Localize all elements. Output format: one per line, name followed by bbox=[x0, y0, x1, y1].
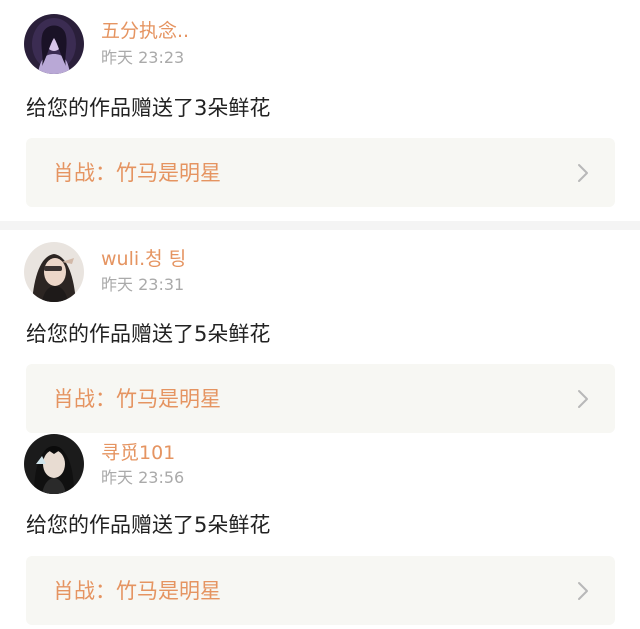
work-link-card[interactable]: 肖战：竹马是明星 bbox=[26, 364, 615, 433]
avatar-photo-icon bbox=[24, 14, 84, 74]
gift-notification-item: 寻觅101 昨天 23:56 给您的作品赠送了5朵鲜花 肖战：竹马是明星 bbox=[0, 434, 640, 629]
avatar-photo-icon bbox=[24, 242, 84, 302]
avatar-photo-icon bbox=[24, 434, 84, 494]
chevron-right-icon bbox=[577, 389, 589, 413]
username[interactable]: 寻觅101 bbox=[101, 442, 175, 464]
chevron-right-icon bbox=[577, 581, 589, 605]
chevron-right-icon bbox=[577, 163, 589, 187]
work-link-card[interactable]: 肖战：竹马是明星 bbox=[26, 138, 615, 207]
gift-notification-item: wuli.청 팅 昨天 23:31 给您的作品赠送了5朵鲜花 肖战：竹马是明星 bbox=[0, 230, 640, 433]
timestamp: 昨天 23:56 bbox=[101, 468, 185, 487]
work-link-card[interactable]: 肖战：竹马是明星 bbox=[26, 556, 615, 625]
work-title: 肖战：竹马是明星 bbox=[53, 387, 221, 411]
work-title: 肖战：竹马是明星 bbox=[53, 161, 221, 185]
section-divider bbox=[0, 221, 640, 230]
user-avatar[interactable] bbox=[24, 242, 84, 302]
gift-message: 给您的作品赠送了5朵鲜花 bbox=[26, 513, 271, 537]
user-avatar[interactable] bbox=[24, 14, 84, 74]
username[interactable]: wuli.청 팅 bbox=[101, 248, 186, 270]
user-avatar[interactable] bbox=[24, 434, 84, 494]
gift-message: 给您的作品赠送了3朵鲜花 bbox=[26, 96, 271, 120]
username[interactable]: 五分执念.. bbox=[101, 20, 189, 42]
timestamp: 昨天 23:31 bbox=[101, 275, 185, 294]
work-title: 肖战：竹马是明星 bbox=[53, 579, 221, 603]
gift-message: 给您的作品赠送了5朵鲜花 bbox=[26, 322, 271, 346]
timestamp: 昨天 23:23 bbox=[101, 48, 185, 67]
gift-notification-item: 五分执念.. 昨天 23:23 给您的作品赠送了3朵鲜花 肖战：竹马是明星 bbox=[0, 0, 640, 221]
